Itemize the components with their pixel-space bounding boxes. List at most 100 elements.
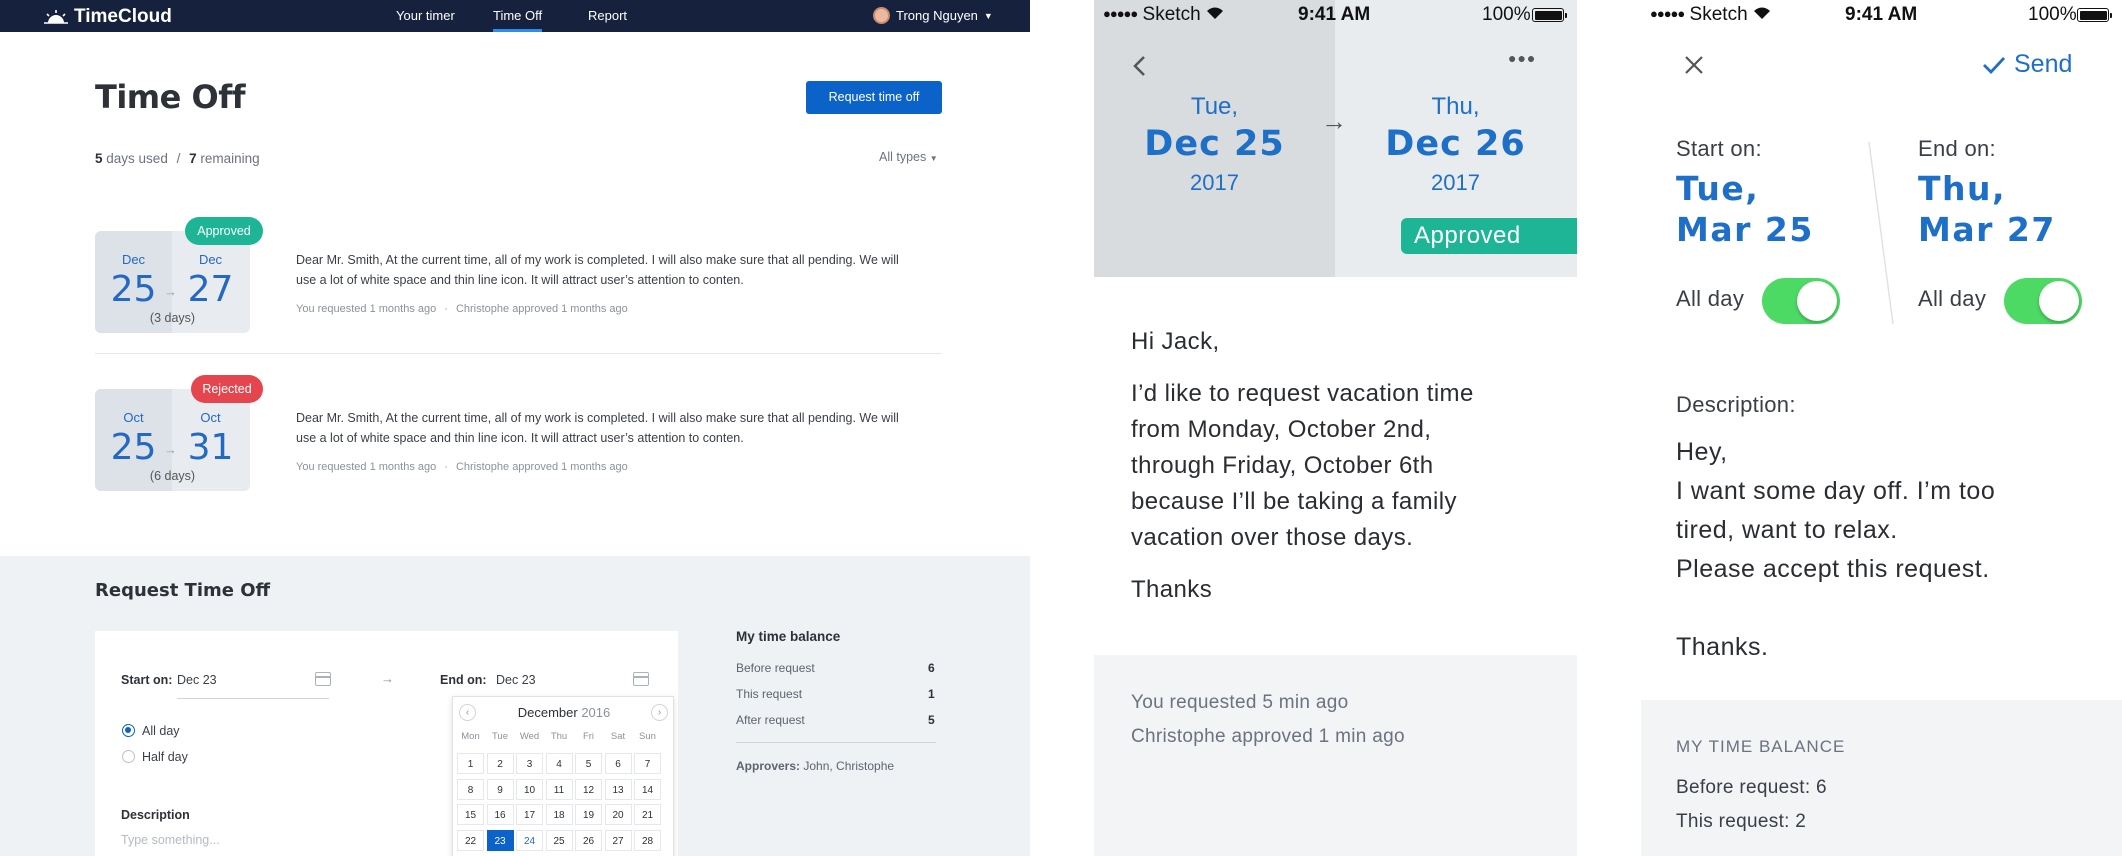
calendar-day[interactable]: 20 — [604, 804, 632, 825]
weekday-header: Wed — [519, 731, 540, 742]
date-range-card[interactable]: Dec 25 → Dec 27 (3 days) — [95, 231, 250, 333]
calendar-day[interactable]: 15 — [457, 804, 484, 825]
calendar-day[interactable]: 25 — [545, 829, 573, 851]
half-day-radio[interactable] — [122, 750, 135, 763]
calendar-day[interactable]: 23 — [486, 829, 514, 851]
start-month: Dec — [121, 252, 146, 267]
status-badge-approved: Approved — [1401, 218, 1577, 254]
days-remaining-label: remaining — [200, 151, 260, 166]
calendar-popup: ‹ December 2016 › Mon Tue Wed Thu Fri Sat Sun 1… — [452, 696, 674, 856]
chevron-right-icon[interactable]: › — [651, 704, 668, 721]
calendar-day[interactable]: 2 — [486, 753, 514, 774]
message-greeting: Hi Jack, — [1131, 328, 1220, 355]
end-date-picker[interactable]: Thu, Mar 27 — [1918, 168, 2056, 250]
status-battery-percent: 100% — [2028, 4, 2077, 25]
start-date-picker[interactable]: Tue, Mar 25 — [1676, 168, 1814, 250]
weekday-header: Mon — [461, 731, 480, 742]
avatar — [873, 7, 890, 24]
calendar-day[interactable]: 19 — [575, 804, 602, 825]
calendar-day[interactable]: 27 — [604, 829, 632, 851]
calendar-day[interactable]: 13 — [604, 778, 632, 800]
calendar-icon[interactable] — [315, 672, 331, 686]
calendar-day[interactable]: 9 — [486, 778, 514, 800]
calendar-day[interactable]: 22 — [457, 829, 484, 851]
column-divider — [1868, 141, 1894, 325]
calendar-day[interactable]: 14 — [634, 778, 661, 800]
calendar-day[interactable]: 11 — [545, 778, 573, 800]
description-line: Please accept this request. — [1676, 555, 1990, 583]
approved-time: Christophe approved 1 months ago — [455, 303, 628, 315]
all-day-toggle[interactable] — [1762, 278, 1840, 324]
duration: (3 days) — [149, 311, 196, 325]
calendar-day[interactable]: 1 — [457, 753, 484, 774]
status-badge-rejected: Rejected — [191, 375, 263, 403]
send-label: Send — [2014, 50, 2073, 78]
calendar-day[interactable]: 28 — [634, 829, 661, 851]
calendar-day[interactable]: 17 — [516, 804, 543, 825]
calendar-header: December 2016 — [453, 705, 675, 720]
calendar-day[interactable]: 10 — [516, 778, 543, 800]
status-carrier: ●●●●● Sketch — [1103, 4, 1224, 26]
start-field-underline — [177, 698, 329, 699]
start-month: Oct — [123, 410, 144, 425]
close-icon[interactable] — [1684, 55, 1704, 75]
calendar-day[interactable]: 21 — [634, 804, 661, 825]
send-button[interactable]: Send — [1982, 50, 2072, 79]
balance-row: Before request: 6 — [1676, 777, 1827, 798]
date-range-card[interactable]: Oct 25 → Oct 31 (6 days) — [95, 389, 250, 491]
calendar-day[interactable]: 12 — [575, 778, 602, 800]
duration: (6 days) — [149, 469, 196, 483]
nav-your-timer[interactable]: Your timer — [396, 8, 455, 23]
description-label: Description — [121, 808, 190, 822]
end-day: 27 — [187, 269, 234, 310]
calendar-day[interactable]: 6 — [604, 753, 632, 774]
more-icon[interactable]: ●●● — [1508, 50, 1536, 66]
end-label: End on: — [440, 673, 487, 687]
start-date-field[interactable]: Dec 23 — [177, 673, 217, 687]
checkmark-icon — [1983, 56, 2006, 74]
nav-report[interactable]: Report — [588, 8, 627, 23]
all-day-toggle[interactable] — [2004, 278, 2082, 324]
end-weekday: Thu, — [1431, 93, 1480, 120]
start-year: 2017 — [1190, 170, 1239, 195]
calendar-year: 2016 — [581, 705, 611, 720]
usage-separator: / — [176, 151, 181, 166]
requested-time: You requested 5 min ago — [1131, 692, 1349, 713]
end-year: 2017 — [1431, 170, 1480, 195]
weekday-header: Sun — [639, 731, 656, 742]
calendar-day[interactable]: 18 — [545, 804, 573, 825]
request-meta: You requested 1 months ago · Christophe ap… — [296, 461, 628, 473]
type-filter-dropdown[interactable]: All types ▼ — [879, 150, 938, 164]
balance-row-value: 1 — [928, 687, 935, 701]
carrier-name: Sketch — [1142, 4, 1201, 25]
calendar-day[interactable]: 26 — [575, 829, 602, 851]
calendar-day[interactable]: 7 — [634, 753, 661, 774]
request-time-off-button[interactable]: Request time off — [806, 81, 942, 114]
approved-time: Christophe approved 1 months ago — [455, 461, 628, 473]
description-line: tired, want to relax. — [1676, 516, 1898, 544]
chevron-left-icon[interactable] — [1132, 55, 1146, 77]
brand-logo[interactable]: TimeCloud — [44, 6, 172, 28]
calendar-day[interactable]: 3 — [516, 753, 543, 774]
calendar-day[interactable]: 5 — [575, 753, 602, 774]
balance-row-label: Before request — [736, 661, 815, 675]
approvers-names: John, Christophe — [803, 759, 895, 773]
nav-time-off[interactable]: Time Off — [493, 8, 543, 32]
approvers: Approvers: John, Christophe — [736, 759, 894, 773]
days-remaining-count: 7 — [189, 151, 197, 166]
calendar-day[interactable]: 4 — [545, 753, 573, 774]
end-date-field[interactable]: Dec 23 — [496, 673, 536, 687]
phone-request-form: ●●●●● Sketch 9:41 AM 100% Send Start on:… — [1641, 0, 2122, 856]
start-label: Start on: — [121, 673, 173, 687]
description-input[interactable]: Type something... — [121, 833, 220, 847]
request-section-title: Request Time Off — [95, 580, 271, 601]
calendar-icon[interactable] — [633, 672, 649, 686]
weekday-header: Thu — [550, 731, 568, 742]
calendar-day[interactable]: 16 — [486, 804, 514, 825]
arrow-right-icon: → — [381, 671, 394, 686]
calendar-day[interactable]: 24 — [516, 829, 543, 851]
user-menu[interactable]: Trong Nguyen ▼ — [873, 7, 993, 24]
all-day-radio[interactable] — [122, 724, 135, 737]
calendar-day[interactable]: 8 — [457, 778, 484, 800]
half-day-label: Half day — [142, 750, 188, 764]
